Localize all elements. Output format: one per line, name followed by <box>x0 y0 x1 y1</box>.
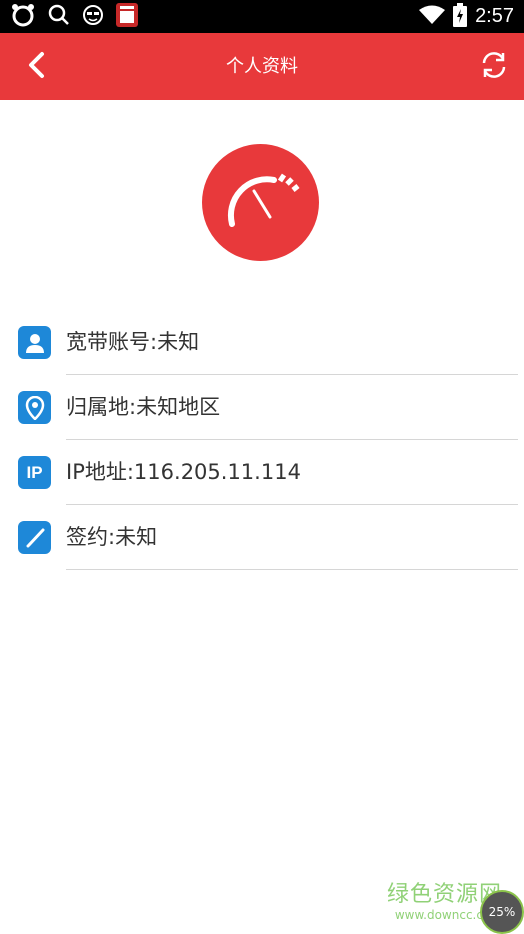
avatar <box>202 144 319 261</box>
user-icon <box>18 326 51 359</box>
speedometer-icon <box>202 173 319 265</box>
refresh-icon <box>479 50 509 84</box>
wifi-icon <box>419 5 446 29</box>
info-row-ip: IP IP地址:116.205.11.114 <box>0 440 524 505</box>
pen-icon <box>18 521 51 554</box>
info-list: 宽带账号:未知 归属地:未知地区 IP IP地址:116.205.11.114 … <box>0 310 524 570</box>
ip-label: IP地址:116.205.11.114 <box>66 460 301 484</box>
chevron-left-icon <box>26 51 46 83</box>
status-time: 2:57 <box>475 5 514 27</box>
back-button[interactable] <box>18 49 54 85</box>
contract-label: 签约:未知 <box>66 525 158 549</box>
app-bar: 个人资料 <box>0 33 524 100</box>
location-label: 归属地:未知地区 <box>66 395 221 419</box>
progress-badge[interactable]: 25% <box>480 890 524 934</box>
info-row-account: 宽带账号:未知 <box>0 310 524 375</box>
face-icon <box>82 4 104 30</box>
info-row-contract: 签约:未知 <box>0 505 524 570</box>
notification-app-icon <box>116 2 138 31</box>
account-label: 宽带账号:未知 <box>66 330 200 354</box>
divider <box>66 569 518 570</box>
search-icon <box>48 4 70 30</box>
cat-icon <box>10 3 36 31</box>
ip-icon: IP <box>18 456 51 489</box>
refresh-button[interactable] <box>474 47 514 87</box>
status-bar: 2:57 <box>0 0 524 33</box>
page-title: 个人资料 <box>226 56 298 77</box>
location-pin-icon <box>18 391 51 424</box>
battery-icon <box>453 2 468 31</box>
info-row-location: 归属地:未知地区 <box>0 375 524 440</box>
